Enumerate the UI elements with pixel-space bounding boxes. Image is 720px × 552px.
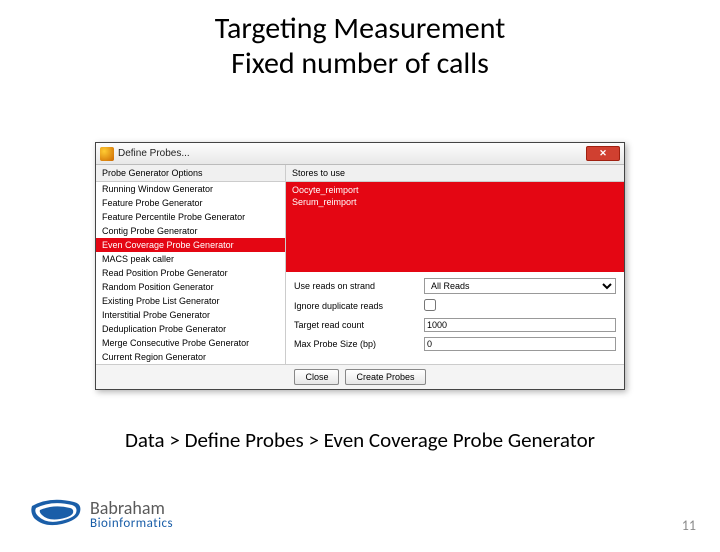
generator-item[interactable]: Feature Percentile Probe Generator (96, 210, 285, 224)
define-probes-dialog: Define Probes... ✕ Probe Generator Optio… (95, 142, 625, 390)
stores-list[interactable]: Oocyte_reimport Serum_reimport (286, 182, 624, 272)
slide-caption: Data > Define Probes > Even Coverage Pro… (0, 427, 720, 453)
store-item[interactable]: Serum_reimport (290, 196, 620, 208)
close-window-button[interactable]: ✕ (586, 146, 620, 161)
target-count-input[interactable] (424, 318, 616, 332)
create-probes-button[interactable]: Create Probes (345, 369, 425, 385)
generator-item[interactable]: Interstitial Probe Generator (96, 308, 285, 322)
logo-text: Babraham Bioinformatics (90, 499, 173, 530)
stores-header: Stores to use (286, 165, 624, 181)
max-probe-input[interactable] (424, 337, 616, 351)
generator-list[interactable]: Running Window Generator Feature Probe G… (96, 182, 286, 364)
max-probe-label: Max Probe Size (bp) (294, 339, 424, 349)
generator-options-header: Probe Generator Options (96, 165, 286, 181)
ignore-dup-checkbox[interactable] (424, 299, 436, 311)
logo-icon (30, 494, 84, 534)
generator-item[interactable]: Read Position Probe Generator (96, 266, 285, 280)
subheader: Probe Generator Options Stores to use (96, 165, 624, 182)
app-icon (100, 147, 114, 161)
generator-item[interactable]: MACS peak caller (96, 252, 285, 266)
page-number: 11 (682, 517, 696, 534)
store-item[interactable]: Oocyte_reimport (290, 184, 620, 196)
generator-item[interactable]: Existing Probe List Generator (96, 294, 285, 308)
generator-item[interactable]: Running Window Generator (96, 182, 285, 196)
title-line2: Fixed number of calls (231, 45, 489, 82)
logo-line2: Bioinformatics (90, 517, 173, 530)
generator-item[interactable]: Random Position Generator (96, 280, 285, 294)
generator-item[interactable]: Current Region Generator (96, 350, 285, 364)
slide-title: Targeting Measurement Fixed number of ca… (0, 12, 720, 81)
close-button[interactable]: Close (294, 369, 339, 385)
ignore-dup-label: Ignore duplicate reads (294, 301, 424, 311)
generator-item[interactable]: Contig Probe Generator (96, 224, 285, 238)
strand-label: Use reads on strand (294, 281, 424, 291)
generator-item[interactable]: Merge Consecutive Probe Generator (96, 336, 285, 350)
window-title: Define Probes... (118, 148, 190, 159)
options-panel: Use reads on strand All Reads Ignore dup… (286, 272, 624, 364)
babraham-logo: Babraham Bioinformatics (30, 494, 173, 534)
dialog-button-row: Close Create Probes (96, 364, 624, 389)
logo-line1: Babraham (90, 499, 173, 517)
title-line1: Targeting Measurement (215, 10, 506, 47)
generator-item[interactable]: Feature Probe Generator (96, 196, 285, 210)
generator-item[interactable]: Deduplication Probe Generator (96, 322, 285, 336)
generator-item-selected[interactable]: Even Coverage Probe Generator (96, 238, 285, 252)
target-count-label: Target read count (294, 320, 424, 330)
strand-select[interactable]: All Reads (424, 278, 616, 294)
titlebar: Define Probes... ✕ (96, 143, 624, 165)
close-icon: ✕ (599, 148, 607, 159)
